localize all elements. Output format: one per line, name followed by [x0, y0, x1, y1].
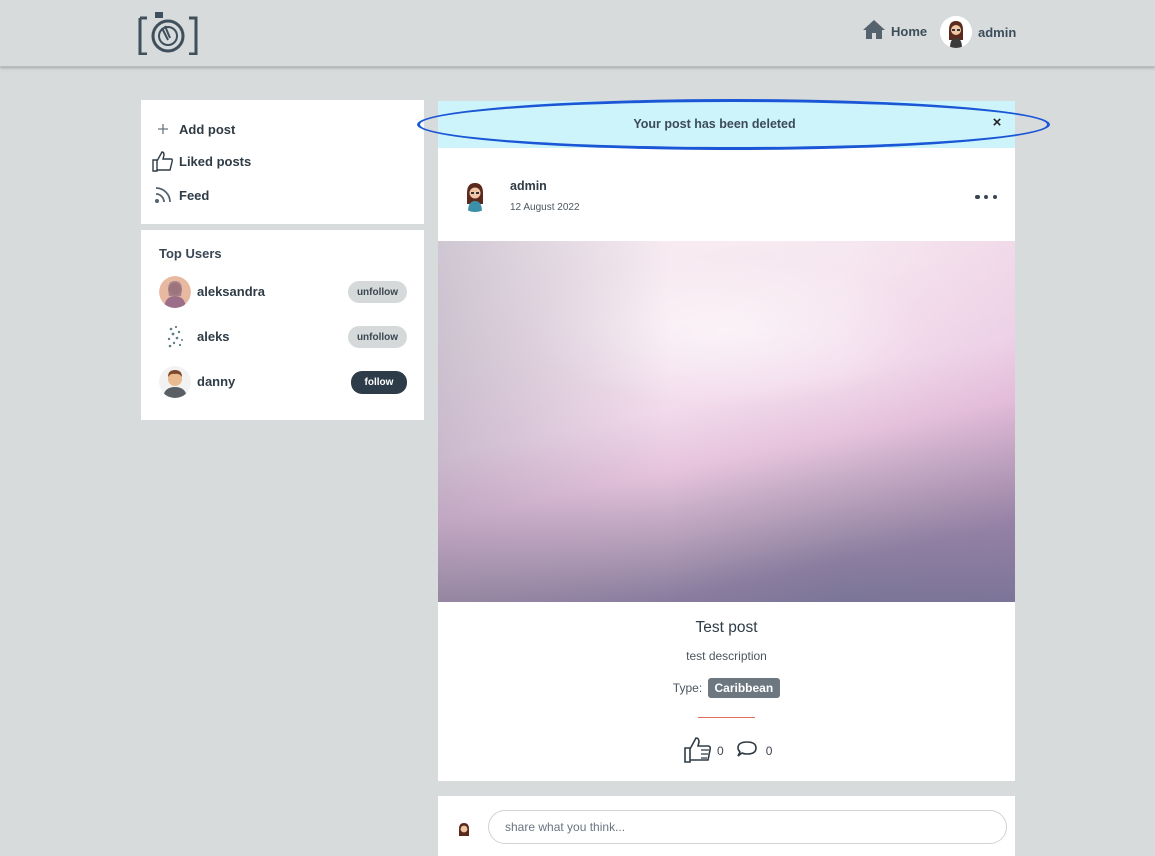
more-options-icon[interactable] [975, 192, 997, 202]
post-type-label: Type: [672, 681, 703, 695]
user-name[interactable]: aleksandra [197, 284, 265, 299]
avatar[interactable] [458, 178, 492, 212]
like-count: 0 [717, 744, 724, 758]
user-row: danny follow [159, 366, 407, 398]
post-title: Test post [695, 619, 758, 636]
sidebar-item-label: Add post [179, 121, 236, 137]
sidebar-menu: Add post Liked posts Feed [141, 100, 424, 224]
post-type-badge[interactable]: Caribbean [707, 678, 781, 698]
avatar[interactable] [159, 366, 191, 398]
sidebar-item-label: Feed [179, 187, 210, 203]
sidebar-item-add-post[interactable]: Add post [151, 116, 235, 142]
home-icon [862, 18, 886, 45]
post-author[interactable]: admin [510, 179, 547, 193]
like-icon[interactable] [683, 734, 713, 769]
thumbs-up-icon [151, 149, 175, 173]
avatar [940, 16, 972, 48]
rss-icon [151, 183, 175, 207]
post-card: admin 12 August 2022 Test post test desc… [438, 148, 1015, 781]
comment-icon[interactable] [736, 740, 758, 763]
top-users-title: Top Users [159, 246, 222, 261]
top-users-panel: Top Users aleksandra unfollow aleks unfo… [141, 230, 424, 420]
sidebar-item-feed[interactable]: Feed [151, 182, 209, 208]
post-description: test description [686, 649, 767, 663]
comment-count: 0 [765, 744, 773, 758]
navbar: Home admin [0, 0, 1155, 67]
plus-icon [151, 117, 175, 141]
unfollow-button[interactable]: unfollow [348, 281, 407, 303]
avatar[interactable] [159, 321, 191, 353]
nav-user-label: admin [978, 24, 1017, 40]
nav-user-menu[interactable]: admin [940, 16, 1016, 48]
post-date: 12 August 2022 [510, 202, 580, 213]
avatar [454, 820, 474, 840]
avatar[interactable] [159, 276, 191, 308]
nav-home-label: Home [891, 23, 928, 39]
sidebar-item-liked-posts[interactable]: Liked posts [151, 148, 251, 174]
comment-input[interactable] [488, 810, 1007, 844]
app-logo[interactable] [137, 10, 199, 56]
user-row: aleks unfollow [159, 321, 407, 353]
nav-home-link[interactable]: Home [862, 18, 928, 45]
unfollow-button[interactable]: unfollow [348, 326, 407, 348]
comment-box [438, 796, 1015, 856]
user-name[interactable]: danny [197, 374, 235, 389]
follow-button[interactable]: follow [351, 371, 407, 394]
highlight-annotation [417, 99, 1050, 150]
user-name[interactable]: aleks [197, 329, 230, 344]
divider [698, 717, 755, 718]
post-image[interactable] [438, 241, 1015, 602]
post-type: Type: Caribbean [438, 678, 1015, 698]
sidebar-item-label: Liked posts [179, 153, 252, 169]
post-stats: 0 0 [683, 736, 772, 766]
user-row: aleksandra unfollow [159, 276, 407, 308]
